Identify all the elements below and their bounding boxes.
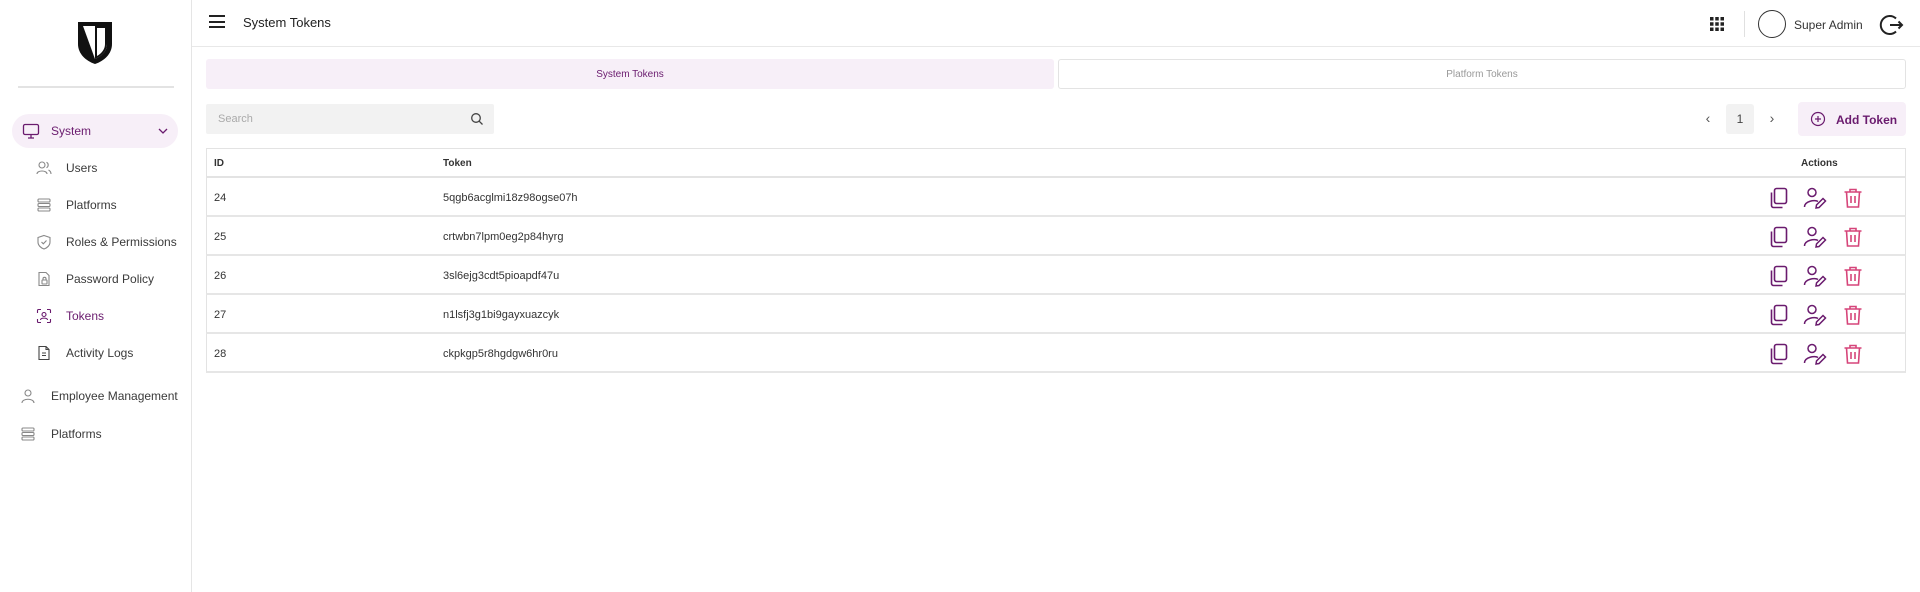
- table-row: 26 3sl6ejg3cdt5pioapdf47u: [206, 256, 1906, 295]
- token-value-cell: ckpkgp5r8hgdgw6hr0ru: [443, 348, 558, 360]
- column-header-actions: Actions: [1801, 158, 1838, 169]
- sidebar-item-label: Platforms: [66, 198, 117, 212]
- pagination-next-button[interactable]: ›: [1764, 110, 1780, 128]
- table-row: 27 n1lsfj3g1bi9gayxuazcyk: [206, 295, 1906, 334]
- search-box: [206, 104, 494, 134]
- user-edit-icon[interactable]: [1803, 264, 1827, 288]
- column-header-token: Token: [443, 158, 472, 169]
- shield-check-icon: [37, 234, 51, 250]
- page-title: System Tokens: [243, 15, 331, 30]
- trash-icon[interactable]: [1841, 225, 1865, 249]
- copy-icon[interactable]: [1767, 303, 1791, 327]
- token-value-cell: crtwbn7lpm0eg2p84hyrg: [443, 231, 564, 243]
- sidebar-item-tokens[interactable]: Tokens: [36, 302, 186, 330]
- pagination-prev-button[interactable]: ‹: [1700, 110, 1716, 128]
- user-edit-icon[interactable]: [1803, 342, 1827, 366]
- search-input[interactable]: [206, 104, 456, 134]
- layers-icon: [37, 198, 51, 212]
- token-value-cell: n1lsfj3g1bi9gayxuazcyk: [443, 309, 560, 321]
- shield-logo-icon[interactable]: [76, 20, 114, 66]
- sidebar-item-label: Employee Management: [51, 389, 178, 403]
- pagination-current-page[interactable]: 1: [1726, 104, 1754, 134]
- users-icon: [36, 161, 52, 175]
- sidebar-item-label: Activity Logs: [66, 346, 134, 360]
- copy-icon[interactable]: [1767, 264, 1791, 288]
- logout-icon[interactable]: [1879, 12, 1905, 38]
- top-header: System Tokens Super Admin: [192, 0, 1920, 47]
- layers-icon: [21, 427, 35, 441]
- table-row: 28 ckpkgp5r8hgdgw6hr0ru: [206, 334, 1906, 373]
- sidebar-divider: [18, 86, 174, 88]
- token-value-cell: 5qgb6acglmi18z98ogse07h: [443, 192, 578, 204]
- table-header: ID Token Actions: [206, 148, 1906, 178]
- table-row: 25 crtwbn7lpm0eg2p84hyrg: [206, 217, 1906, 256]
- copy-icon[interactable]: [1767, 342, 1791, 366]
- monitor-icon: [22, 123, 40, 139]
- sidebar-item-system[interactable]: System: [12, 114, 178, 148]
- sidebar-item-label: Tokens: [66, 309, 105, 323]
- trash-icon[interactable]: [1841, 342, 1865, 366]
- token-scan-icon: [36, 308, 52, 324]
- header-divider: [1744, 11, 1745, 37]
- copy-icon[interactable]: [1767, 225, 1791, 249]
- sidebar-item-label: Platforms: [51, 427, 102, 441]
- trash-icon[interactable]: [1841, 264, 1865, 288]
- add-token-label: Add Token: [1836, 113, 1898, 127]
- hamburger-icon[interactable]: [209, 15, 227, 31]
- sidebar-item-roles-permissions[interactable]: Roles & Permissions: [36, 228, 186, 256]
- token-id-cell: 27: [214, 309, 227, 321]
- trash-icon[interactable]: [1841, 303, 1865, 327]
- column-header-id: ID: [214, 158, 224, 169]
- document-list-icon: [38, 345, 50, 361]
- token-id-cell: 26: [214, 270, 227, 282]
- sidebar: System Users Platforms Roles & Permissio…: [0, 0, 192, 592]
- sidebar-item-label: System: [51, 124, 92, 138]
- token-id-cell: 28: [214, 348, 227, 360]
- table-row: 24 5qgb6acglmi18z98ogse07h: [206, 178, 1906, 217]
- tab-system-tokens[interactable]: System Tokens: [206, 59, 1054, 89]
- search-icon[interactable]: [470, 112, 484, 126]
- person-icon: [21, 389, 35, 404]
- table-body: 24 5qgb6acglmi18z98ogse07h 25 crtwbn7lpm…: [206, 178, 1906, 373]
- avatar[interactable]: [1758, 10, 1786, 38]
- add-token-button[interactable]: Add Token: [1798, 102, 1906, 136]
- token-value-cell: 3sl6ejg3cdt5pioapdf47u: [443, 270, 560, 282]
- tokens-table: ID Token Actions 24 5qgb6acglmi18z98ogse…: [206, 148, 1906, 373]
- chevron-down-icon[interactable]: [156, 124, 170, 138]
- token-id-cell: 25: [214, 231, 227, 243]
- trash-icon[interactable]: [1841, 186, 1865, 210]
- user-edit-icon[interactable]: [1803, 186, 1827, 210]
- document-lock-icon: [38, 271, 50, 287]
- sidebar-item-password-policy[interactable]: Password Policy: [36, 265, 186, 293]
- user-name[interactable]: Super Admin: [1794, 18, 1863, 32]
- tab-platform-tokens[interactable]: Platform Tokens: [1058, 59, 1906, 89]
- sidebar-item-label: Roles & Permissions: [66, 235, 177, 249]
- token-id-cell: 24: [214, 192, 227, 204]
- sidebar-item-platforms-main[interactable]: Platforms: [20, 420, 186, 448]
- user-edit-icon[interactable]: [1803, 225, 1827, 249]
- sidebar-item-label: Password Policy: [66, 272, 155, 286]
- sidebar-item-employee-management[interactable]: Employee Management: [20, 382, 186, 410]
- copy-icon[interactable]: [1767, 186, 1791, 210]
- sidebar-item-users[interactable]: Users: [36, 154, 186, 182]
- grid-icon[interactable]: [1709, 16, 1725, 32]
- sidebar-item-label: Users: [66, 161, 98, 175]
- sidebar-item-activity-logs[interactable]: Activity Logs: [36, 339, 186, 367]
- plus-circle-icon: [1810, 111, 1826, 127]
- user-edit-icon[interactable]: [1803, 303, 1827, 327]
- sidebar-item-platforms[interactable]: Platforms: [36, 191, 186, 219]
